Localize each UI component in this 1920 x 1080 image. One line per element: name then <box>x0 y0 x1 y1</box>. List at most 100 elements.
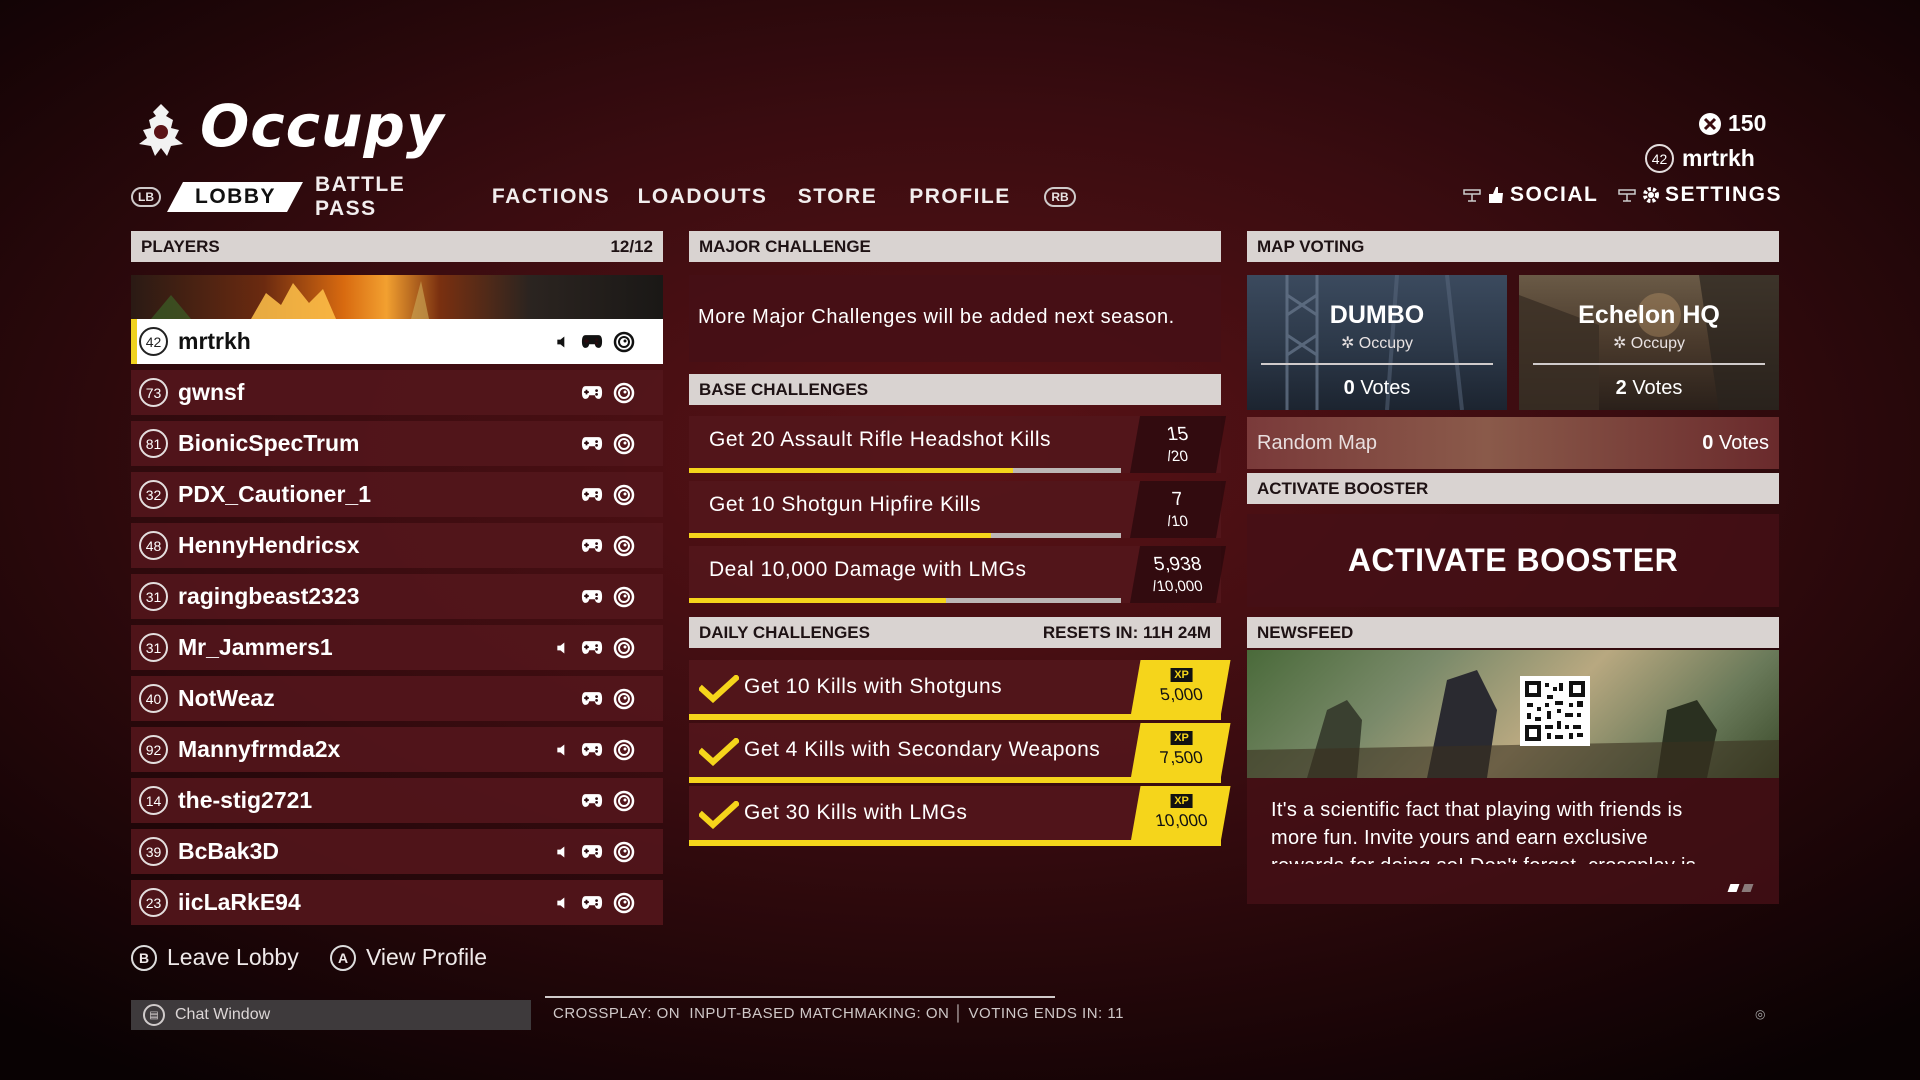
player-row[interactable]: 81 BionicSpecTrum <box>131 421 663 466</box>
currency-icon <box>1699 112 1721 135</box>
tab-loadouts[interactable]: LOADOUTS <box>638 182 766 212</box>
page-dot-active[interactable] <box>1727 884 1740 892</box>
player-row[interactable]: 92 Mannyfrmda2x <box>131 727 663 772</box>
map-mode: ✲ Occupy <box>1612 335 1686 352</box>
tab-profile[interactable]: PROFILE <box>909 182 1009 212</box>
qr-code-icon <box>1520 676 1590 746</box>
leave-lobby-hint[interactable]: B Leave Lobby <box>131 944 299 971</box>
tab-lobby[interactable]: LOBBY <box>167 182 303 212</box>
player-name: gwnsf <box>178 379 245 405</box>
player-level-badge: 32 <box>139 480 168 509</box>
settings-button[interactable]: SETTINGS <box>1617 183 1782 207</box>
daily-challenge-row[interactable]: Get 10 Kills with Shotguns XP 5,000 <box>689 660 1231 720</box>
player-row[interactable]: 42 mrtrkh <box>131 319 663 364</box>
map-divider <box>1261 363 1493 365</box>
controller-icon <box>581 334 603 350</box>
xp-reward: XP 10,000 <box>1131 786 1231 840</box>
map-card-dumbo[interactable]: DUMBO ✲ Occupy 0 Votes <box>1247 275 1507 410</box>
player-row[interactable]: 23 iicLaRkE94 <box>131 880 663 925</box>
map-name: DUMBO <box>1329 301 1425 329</box>
occupy-emblem-icon <box>133 100 189 160</box>
player-row[interactable]: 31 Mr_Jammers1 <box>131 625 663 670</box>
speaker-icon[interactable] <box>553 894 571 912</box>
base-challenge-row[interactable]: Get 10 Shotgun Hipfire Kills 7/10 <box>689 481 1227 538</box>
major-challenge-panel: More Major Challenges will be added next… <box>689 275 1221 362</box>
player-level-badge: 81 <box>139 429 168 458</box>
player-icons <box>571 535 635 557</box>
daily-challenge-row[interactable]: Get 30 Kills with LMGs XP 10,000 <box>689 786 1231 846</box>
chat-window[interactable]: ▤ Chat Window <box>131 1000 531 1030</box>
newsfeed-panel[interactable]: It's a scientific fact that playing with… <box>1247 650 1779 904</box>
ubisoft-icon <box>613 382 635 404</box>
player-row[interactable]: 14 the-stig2721 <box>131 778 663 823</box>
player-icons <box>543 739 635 761</box>
player-row[interactable]: 39 BcBak3D <box>131 829 663 874</box>
user-level-badge: 42 <box>1645 144 1674 173</box>
view-profile-hint[interactable]: A View Profile <box>330 944 487 971</box>
daily-challenges-header: DAILY CHALLENGES RESETS IN: 11H 24M <box>689 617 1221 648</box>
social-button[interactable]: SOCIAL <box>1462 183 1598 207</box>
controller-icon <box>581 385 603 401</box>
player-row[interactable]: 48 HennyHendricsx <box>131 523 663 568</box>
xp-value: 10,000 <box>1153 811 1210 830</box>
challenge-progress-bar <box>689 598 1121 603</box>
ubisoft-icon <box>613 841 635 863</box>
currency-amount: 150 <box>1728 110 1767 136</box>
player-row[interactable]: 31 ragingbeast2323 <box>131 574 663 619</box>
map-votes: 2 Votes <box>1615 377 1683 399</box>
speaker-icon[interactable] <box>553 333 571 351</box>
speaker-icon[interactable] <box>553 843 571 861</box>
ubisoft-icon <box>613 586 635 608</box>
major-challenge-header: MAJOR CHALLENGE <box>689 231 1221 262</box>
tab-factions[interactable]: FACTIONS <box>492 182 609 212</box>
player-level-badge: 48 <box>139 531 168 560</box>
player-name: BcBak3D <box>178 838 279 864</box>
player-icons <box>571 382 635 404</box>
page-dot[interactable] <box>1741 884 1754 892</box>
random-map-option[interactable]: Random Map 0 Votes <box>1247 417 1779 469</box>
base-challenge-row[interactable]: Get 20 Assault Rifle Headshot Kills 15/20 <box>689 416 1227 473</box>
player-row[interactable]: 73 gwnsf <box>131 370 663 415</box>
xp-reward: XP 7,500 <box>1131 723 1231 777</box>
random-map-label: Random Map <box>1257 431 1378 454</box>
newsfeed-header: NEWSFEED <box>1247 617 1779 648</box>
map-mode: ✲ Occupy <box>1340 335 1414 352</box>
player-row[interactable]: 32 PDX_Cautioner_1 <box>131 472 663 517</box>
currency-display: 150 <box>1698 110 1766 137</box>
challenge-progress: 15/20 <box>1129 416 1227 473</box>
map-name: Echelon HQ <box>1578 301 1720 329</box>
map-divider <box>1533 363 1765 365</box>
tab-battle-pass[interactable]: BATTLE PASS <box>315 173 455 220</box>
chat-icon: ▤ <box>143 1004 165 1026</box>
player-level-badge: 92 <box>139 735 168 764</box>
challenge-progress-fill <box>689 598 946 603</box>
player-icons <box>571 433 635 455</box>
rb-bumper-icon[interactable]: RB <box>1044 187 1076 207</box>
player-name: HennyHendricsx <box>178 532 360 558</box>
user-badge[interactable]: 42 mrtrkh <box>1645 144 1755 173</box>
base-challenge-row[interactable]: Deal 10,000 Damage with LMGs 5,938/10,000 <box>689 546 1227 603</box>
player-name: BionicSpecTrum <box>178 430 360 456</box>
controller-icon <box>581 691 603 707</box>
xp-tag: XP <box>1170 668 1193 682</box>
lb-bumper-icon[interactable]: LB <box>131 187 161 207</box>
xp-value: 7,500 <box>1158 748 1205 767</box>
speaker-icon[interactable] <box>553 639 571 657</box>
daily-challenge-row[interactable]: Get 4 Kills with Secondary Weapons XP 7,50… <box>689 723 1231 783</box>
map-card-echelon-hq[interactable]: Echelon HQ ✲ Occupy 2 Votes <box>1519 275 1779 410</box>
player-level-badge: 40 <box>139 684 168 713</box>
ubisoft-icon <box>613 535 635 557</box>
challenge-text: Deal 10,000 Damage with LMGs <box>709 558 1027 581</box>
newsfeed-pagination[interactable] <box>1727 884 1754 892</box>
controller-icon <box>581 793 603 809</box>
player-name: ragingbeast2323 <box>178 583 360 609</box>
tab-store[interactable]: STORE <box>798 182 876 212</box>
activate-booster-button[interactable]: ACTIVATE BOOSTER <box>1247 514 1779 607</box>
player-level-badge: 23 <box>139 888 168 917</box>
speaker-icon[interactable] <box>553 741 571 759</box>
controller-icon <box>581 487 603 503</box>
player-row[interactable]: 40 NotWeaz <box>131 676 663 721</box>
player-icons <box>571 688 635 710</box>
b-button-icon: B <box>131 944 157 971</box>
ubisoft-icon <box>613 739 635 761</box>
